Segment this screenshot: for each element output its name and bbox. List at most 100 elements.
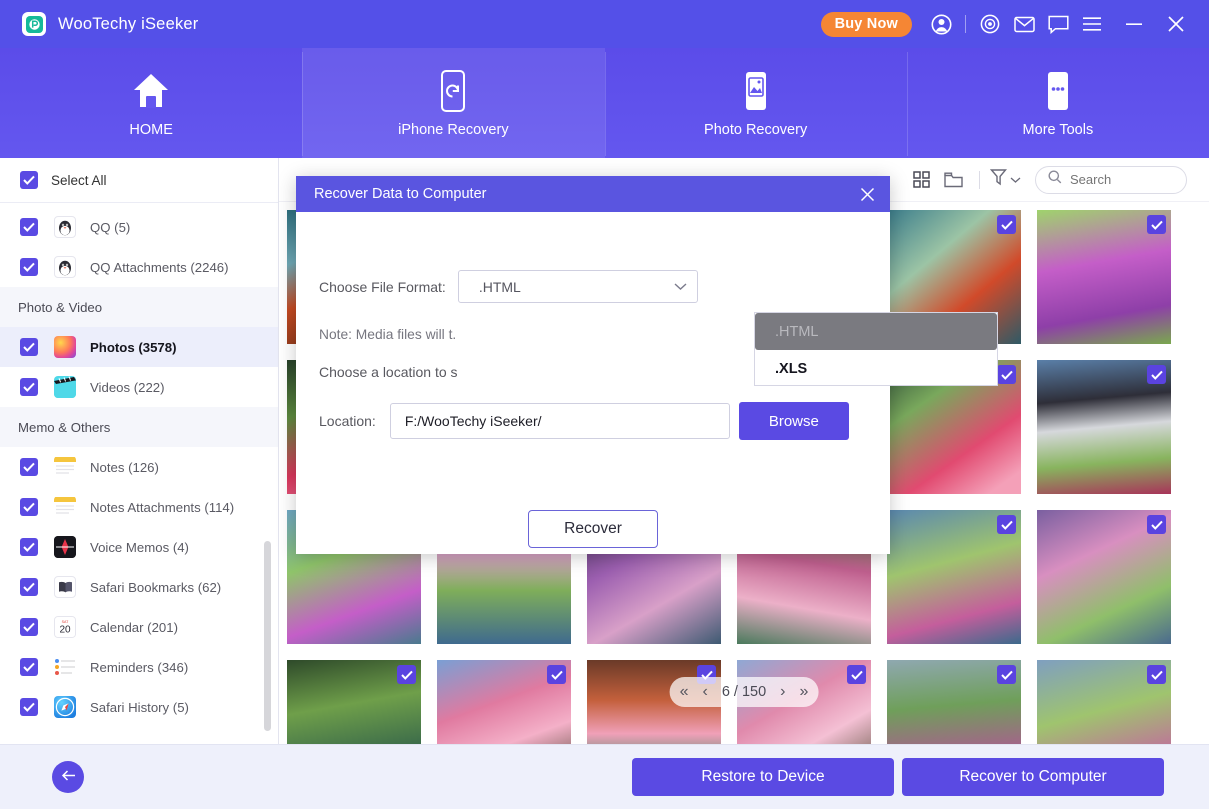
pagination: « ‹ 6 / 150 › »: [670, 677, 819, 707]
sidebar-item-notes[interactable]: Notes (126): [0, 447, 278, 487]
filter-icon: [990, 168, 1007, 191]
last-page-arrow[interactable]: »: [800, 683, 809, 701]
nav-item-home[interactable]: HOME: [0, 48, 302, 158]
photo-checkbox[interactable]: [1147, 515, 1166, 534]
close-icon[interactable]: [1159, 7, 1193, 41]
checkbox[interactable]: [20, 458, 38, 476]
dialog-title: Recover Data to Computer: [314, 186, 486, 202]
main-nav: HOME iPhone Recovery Photo: [0, 48, 1209, 158]
photo-checkbox[interactable]: [1147, 215, 1166, 234]
sidebar-item-photos[interactable]: Photos (3578): [0, 327, 278, 367]
sidebar-item-label: Notes (126): [90, 460, 159, 475]
menu-icon[interactable]: [1075, 7, 1109, 41]
sidebar-item-qq[interactable]: QQ (5): [0, 207, 278, 247]
file-format-select[interactable]: .HTML: [458, 270, 698, 303]
first-page-arrow[interactable]: «: [680, 683, 689, 701]
sidebar-item-qq-attachments[interactable]: QQ Attachments (2246): [0, 247, 278, 287]
qq-icon: [54, 256, 76, 278]
photo-checkbox[interactable]: [997, 215, 1016, 234]
checkbox[interactable]: [20, 578, 38, 596]
back-button[interactable]: [52, 761, 84, 793]
checkbox[interactable]: [20, 658, 38, 676]
location-label: Location:: [319, 413, 376, 429]
photo-checkbox[interactable]: [997, 515, 1016, 534]
checkbox[interactable]: [20, 498, 38, 516]
account-icon[interactable]: [924, 7, 958, 41]
checkbox[interactable]: [20, 618, 38, 636]
recover-button-wrap: Recover: [296, 510, 890, 548]
filter-button[interactable]: [990, 168, 1021, 191]
videos-icon: [54, 376, 76, 398]
checkbox[interactable]: [20, 258, 38, 276]
bottom-actions: Restore to Device Recover to Computer: [632, 758, 1164, 796]
sidebar-item-reminders[interactable]: Reminders (346): [0, 647, 278, 687]
dropdown-option-xls[interactable]: .XLS: [755, 350, 997, 387]
photo-thumbnail[interactable]: [287, 660, 421, 744]
qq-icon: [54, 216, 76, 238]
sidebar-scrollbar[interactable]: [264, 541, 271, 731]
buy-now-button[interactable]: Buy Now: [821, 12, 912, 37]
nav-item-photo-recovery[interactable]: Photo Recovery: [605, 48, 907, 158]
folder-view-icon[interactable]: [937, 164, 969, 196]
browse-button[interactable]: Browse: [739, 402, 849, 440]
chat-icon[interactable]: [1041, 7, 1075, 41]
photo-checkbox[interactable]: [847, 665, 866, 684]
record-icon[interactable]: [973, 7, 1007, 41]
chevron-down-icon: [1010, 171, 1021, 189]
nav-label-more-tools: More Tools: [1023, 122, 1094, 138]
photo-thumbnail[interactable]: [887, 660, 1021, 744]
file-format-row: Choose File Format: .HTML: [296, 270, 890, 303]
search-icon: [1048, 170, 1062, 189]
checkbox[interactable]: [20, 378, 38, 396]
dropdown-option-html[interactable]: .HTML: [755, 313, 997, 350]
photo-thumbnail[interactable]: [1037, 510, 1171, 644]
select-all-checkbox[interactable]: [20, 171, 38, 189]
mail-icon[interactable]: [1007, 7, 1041, 41]
select-all-row[interactable]: Select All: [0, 158, 278, 203]
prev-page-arrow[interactable]: ‹: [703, 683, 708, 701]
photo-checkbox[interactable]: [1147, 365, 1166, 384]
sidebar-item-label: Notes Attachments (114): [90, 500, 234, 515]
photo-checkbox[interactable]: [997, 665, 1016, 684]
photo-thumbnail[interactable]: [1037, 660, 1171, 744]
search-box[interactable]: [1035, 166, 1187, 194]
checkbox[interactable]: [20, 538, 38, 556]
photo-checkbox[interactable]: [547, 665, 566, 684]
sidebar-item-notes-attachments[interactable]: Notes Attachments (114): [0, 487, 278, 527]
sidebar-item-safari-history[interactable]: Safari History (5): [0, 687, 278, 727]
nav-label-iphone-recovery: iPhone Recovery: [398, 122, 508, 138]
sidebar-item-voice-memos[interactable]: Voice Memos (4): [0, 527, 278, 567]
recover-button[interactable]: Recover: [528, 510, 658, 548]
phone-refresh-icon: [437, 68, 469, 114]
calendar-icon: SAT 20: [54, 616, 76, 638]
photo-thumbnail[interactable]: [1037, 210, 1171, 344]
search-input[interactable]: [1070, 172, 1175, 187]
restore-to-device-button[interactable]: Restore to Device: [632, 758, 894, 796]
location-row: Location: Browse: [296, 402, 890, 440]
sidebar-item-videos[interactable]: Videos (222): [0, 367, 278, 407]
safari-bookmark-icon: [54, 576, 76, 598]
sidebar-item-safari-bookmarks[interactable]: Safari Bookmarks (62): [0, 567, 278, 607]
next-page-arrow[interactable]: ›: [780, 683, 785, 701]
checkbox[interactable]: [20, 338, 38, 356]
sidebar-item-label: QQ Attachments (2246): [90, 260, 229, 275]
location-input-wrap[interactable]: [390, 403, 730, 439]
photo-checkbox[interactable]: [997, 365, 1016, 384]
checkbox[interactable]: [20, 218, 38, 236]
close-icon[interactable]: [854, 181, 880, 207]
grid-view-icon[interactable]: [905, 164, 937, 196]
checkbox[interactable]: [20, 698, 38, 716]
file-format-label: Choose File Format:: [319, 279, 446, 295]
nav-item-more-tools[interactable]: More Tools: [907, 48, 1209, 158]
minimize-icon[interactable]: [1117, 7, 1151, 41]
photo-checkbox[interactable]: [397, 665, 416, 684]
app-logo-icon: [22, 12, 46, 36]
photo-thumbnail[interactable]: [437, 660, 571, 744]
nav-item-iphone-recovery[interactable]: iPhone Recovery: [302, 48, 604, 158]
photo-thumbnail[interactable]: [887, 510, 1021, 644]
photo-thumbnail[interactable]: [1037, 360, 1171, 494]
recover-to-computer-button[interactable]: Recover to Computer: [902, 758, 1164, 796]
photo-checkbox[interactable]: [1147, 665, 1166, 684]
location-input[interactable]: [405, 413, 729, 429]
sidebar-item-calendar[interactable]: SAT 20 Calendar (201): [0, 607, 278, 647]
